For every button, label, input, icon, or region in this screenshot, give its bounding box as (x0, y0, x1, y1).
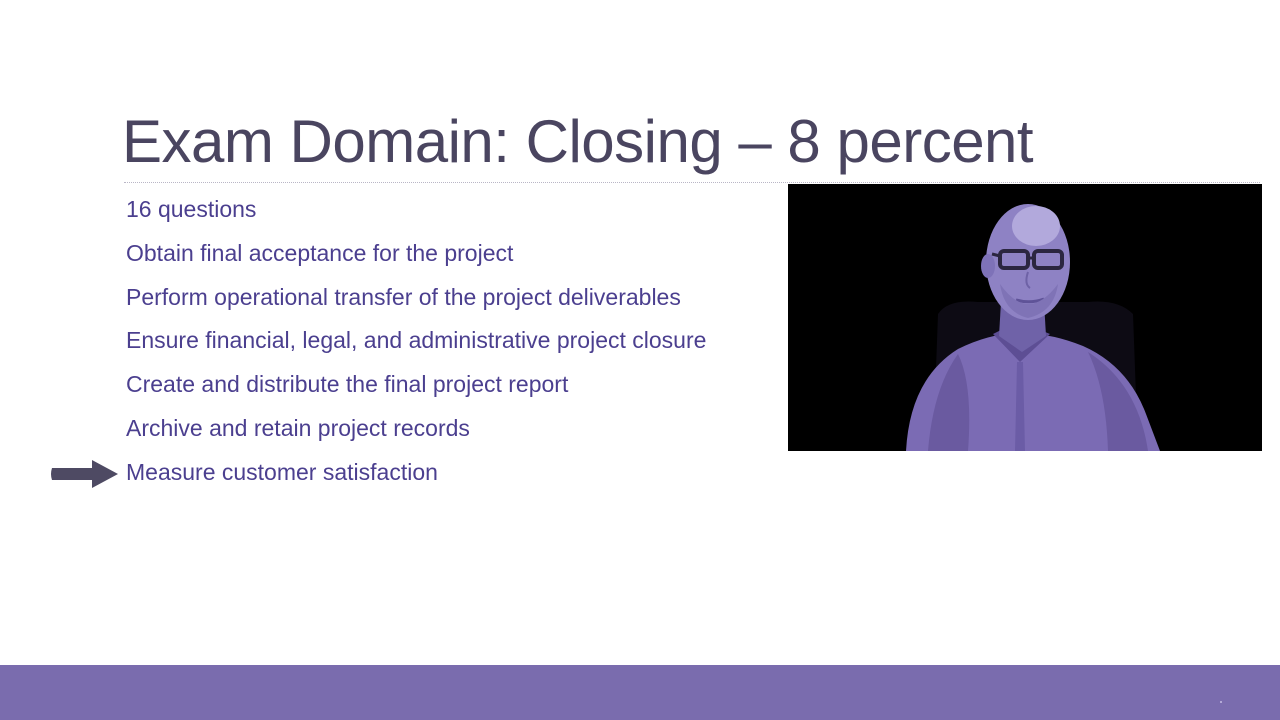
title-divider (124, 182, 1260, 183)
presenter-figure (788, 184, 1262, 451)
footer-bar (0, 665, 1280, 720)
bullet-list: 16 questions Obtain final acceptance for… (126, 190, 706, 497)
bullet-item: 16 questions (126, 196, 257, 222)
bullet-item: Perform operational transfer of the proj… (126, 283, 681, 310)
footer-mark (1220, 701, 1222, 703)
right-arrow-icon (48, 459, 120, 489)
bullet-item: Ensure financial, legal, and administrat… (126, 327, 707, 354)
presenter-video (788, 184, 1262, 451)
presentation-slide: Exam Domain: Closing – 8 percent 16 ques… (0, 0, 1280, 720)
bullet-item: Archive and retain project records (126, 414, 470, 441)
bullet-item: Create and distribute the final project … (126, 371, 569, 398)
slide-title: Exam Domain: Closing – 8 percent (122, 108, 1034, 175)
bullet-item: Obtain final acceptance for the project (126, 239, 514, 266)
bullet-item-highlighted: Measure customer satisfaction (126, 458, 438, 485)
